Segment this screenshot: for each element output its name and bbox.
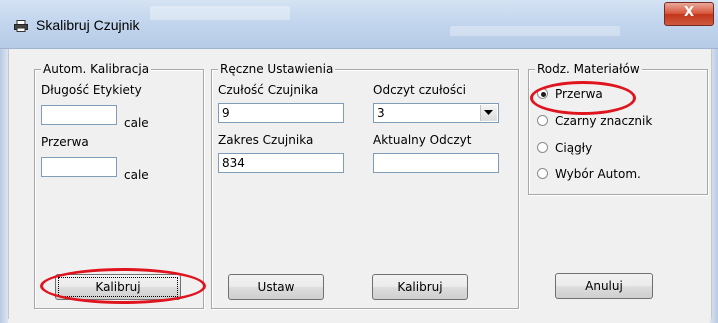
- radio-button[interactable]: [537, 142, 548, 153]
- radio-label: Przerwa: [555, 87, 603, 101]
- sensitivity-reading-value: 3: [377, 106, 385, 120]
- radio-label: Czarny znacznik: [555, 114, 653, 128]
- set-button[interactable]: Ustaw: [228, 274, 324, 300]
- background-blur: [450, 26, 620, 36]
- radio-button[interactable]: [537, 88, 548, 99]
- title-bar: Skalibruj Czujnik X: [0, 0, 718, 49]
- manual-settings-group: Ręczne Ustawienia Czułość Czujnika 9 Zak…: [211, 62, 519, 309]
- label-length-input[interactable]: [41, 105, 117, 125]
- manual-calibrate-button[interactable]: Kalibruj: [372, 274, 468, 300]
- dropdown-arrow[interactable]: [480, 105, 497, 121]
- background-blur: [150, 6, 290, 20]
- close-icon: X: [683, 5, 695, 20]
- auto-calibration-group: Autom. Kalibracja Długość Etykiety cale …: [34, 62, 204, 309]
- label-length-label: Długość Etykiety: [41, 83, 142, 97]
- sensitivity-input[interactable]: 9: [218, 103, 344, 123]
- auto-calibrate-button[interactable]: Kalibruj: [55, 274, 181, 300]
- sensitivity-label: Czułość Czujnika: [218, 83, 319, 97]
- radio-selected-dot: [541, 92, 546, 97]
- material-type-group: Rodz. Materiałów Przerwa Czarny znacznik…: [528, 62, 708, 195]
- sensitivity-reading-select[interactable]: 3: [373, 103, 499, 123]
- printer-icon: [14, 20, 28, 32]
- gap-label: Przerwa: [41, 135, 89, 149]
- close-button[interactable]: X: [664, 2, 714, 26]
- radio-button[interactable]: [537, 168, 548, 179]
- radio-button[interactable]: [537, 115, 548, 126]
- current-reading-field: [373, 153, 499, 173]
- dialog-window: Skalibruj Czujnik X Autom. Kalibracja Dł…: [0, 0, 718, 323]
- auto-calibration-legend: Autom. Kalibracja: [41, 62, 152, 76]
- manual-settings-legend: Ręczne Ustawienia: [218, 62, 336, 76]
- window-title: Skalibruj Czujnik: [36, 17, 140, 33]
- sensitivity-reading-label: Odczyt czułości: [373, 83, 467, 97]
- radio-label: Wybór Autom.: [555, 167, 641, 181]
- gap-input[interactable]: [41, 157, 117, 177]
- gap-unit: cale: [124, 168, 149, 182]
- window-border-left: [0, 49, 8, 323]
- range-label: Zakres Czujnika: [218, 133, 314, 147]
- cancel-button[interactable]: Anuluj: [555, 273, 653, 299]
- radio-label: Ciągły: [555, 141, 593, 155]
- range-input[interactable]: 834: [218, 153, 344, 173]
- current-reading-label: Aktualny Odczyt: [373, 133, 472, 147]
- chevron-down-icon: [484, 110, 493, 115]
- label-length-unit: cale: [124, 116, 149, 130]
- material-type-legend: Rodz. Materiałów: [535, 62, 642, 76]
- dialog-client-area: Autom. Kalibracja Długość Etykiety cale …: [8, 49, 712, 319]
